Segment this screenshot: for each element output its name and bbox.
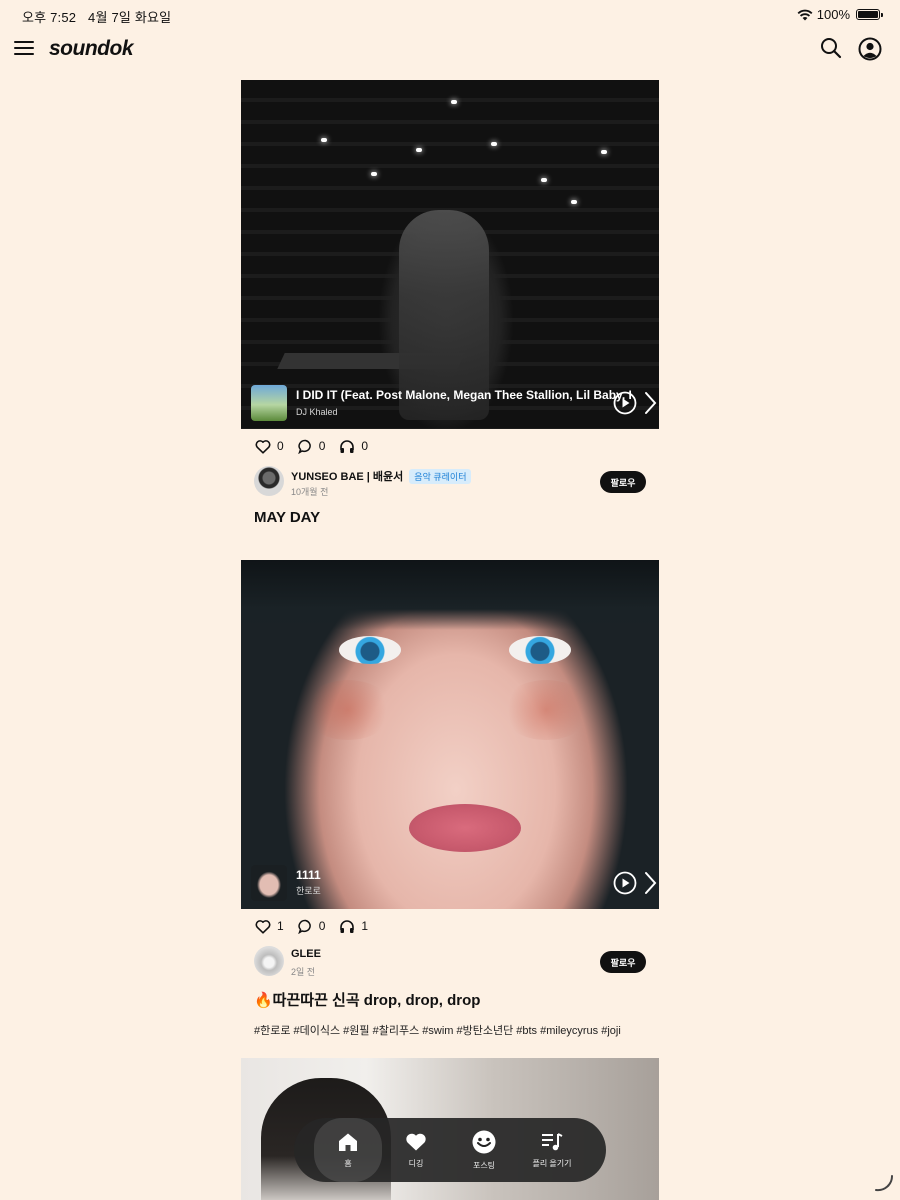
listen-stat[interactable]: 1: [339, 919, 368, 934]
post-title[interactable]: 🔥따끈따끈 신곡 drop, drop, drop: [241, 989, 659, 1010]
app-logo[interactable]: soundok: [49, 37, 134, 61]
nav-label: 홈: [344, 1158, 352, 1168]
track-title: I DID IT (Feat. Post Malone, Megan Thee …: [296, 388, 631, 402]
nav-digging[interactable]: 디깅: [382, 1118, 450, 1182]
status-time: 오후 7:52: [22, 10, 77, 25]
comment-icon: [297, 439, 311, 454]
playlist-icon: [542, 1132, 563, 1150]
battery-icon: [856, 9, 883, 20]
track-artist: 한로로: [296, 886, 321, 896]
post-author: GLEE 2일 전 팔로우: [241, 943, 659, 983]
like-count: 0: [277, 439, 284, 453]
profile-icon[interactable]: [858, 37, 882, 61]
post-image[interactable]: 1111 한로로: [241, 560, 659, 909]
search-icon[interactable]: [820, 37, 842, 59]
avatar[interactable]: [254, 466, 284, 496]
like-count: 1: [277, 919, 284, 933]
heart-icon: [406, 1133, 426, 1150]
post-time: 2일 전: [291, 967, 316, 977]
author-name-row[interactable]: YUNSEO BAE | 배윤서 음악 큐레이터: [291, 468, 472, 484]
album-cover: [251, 865, 287, 901]
post-time: 10개월 전: [291, 487, 329, 497]
nav-label: 포스팅: [472, 1160, 496, 1170]
post-stats: 1 0 1: [241, 909, 659, 943]
comment-stat[interactable]: 0: [297, 919, 326, 934]
like-stat[interactable]: 1: [255, 919, 284, 934]
play-icon[interactable]: [613, 391, 637, 415]
comment-stat[interactable]: 0: [297, 439, 326, 454]
feed-post: I DID IT (Feat. Post Malone, Megan Thee …: [241, 80, 659, 526]
status-date: 4월 7일 화요일: [88, 10, 172, 25]
follow-button[interactable]: 팔로우: [600, 471, 646, 493]
comment-count: 0: [318, 439, 326, 453]
nav-posting[interactable]: 포스팅: [450, 1118, 518, 1182]
headphones-icon: [340, 919, 355, 933]
wifi-icon: [797, 9, 813, 20]
menu-icon: [14, 41, 34, 43]
heart-icon: [255, 919, 271, 934]
top-bar: soundok: [0, 30, 900, 70]
post-image[interactable]: I DID IT (Feat. Post Malone, Megan Thee …: [241, 80, 659, 429]
menu-button[interactable]: [14, 38, 36, 58]
loading-spinner-icon: [875, 1175, 894, 1192]
feed-post: 1111 한로로 1 0 1 GLEE 2일 전 팔로우 🔥따끈따끈 신곡 dr…: [241, 560, 659, 1038]
track-overlay: 1111 한로로: [241, 857, 659, 909]
posting-icon: [472, 1130, 496, 1153]
author-name[interactable]: GLEE: [291, 948, 321, 960]
listen-stat[interactable]: 0: [339, 439, 368, 454]
like-stat[interactable]: 0: [255, 439, 284, 454]
chevron-right-icon[interactable]: [643, 871, 657, 895]
track-title: 1111: [296, 868, 321, 882]
battery-percent: 100%: [816, 7, 850, 22]
post-title[interactable]: MAY DAY: [241, 509, 659, 526]
chevron-right-icon[interactable]: [643, 391, 657, 415]
author-name[interactable]: YUNSEO BAE | 배윤서: [291, 468, 403, 484]
nav-home[interactable]: 홈: [314, 1118, 382, 1182]
comment-icon: [297, 919, 311, 934]
follow-button[interactable]: 팔로우: [600, 951, 646, 973]
track-overlay: I DID IT (Feat. Post Malone, Megan Thee …: [241, 377, 659, 429]
nav-playlist-upload[interactable]: 플리 올기기: [518, 1118, 586, 1182]
curator-badge: 음악 큐레이터: [409, 468, 472, 484]
nav-label: 플리 올기기: [532, 1158, 572, 1168]
listen-count: 0: [361, 439, 369, 453]
post-author: YUNSEO BAE | 배윤서 음악 큐레이터 10개월 전 팔로우: [241, 463, 659, 503]
avatar[interactable]: [254, 946, 284, 976]
listen-count: 1: [361, 919, 369, 933]
album-cover: [251, 385, 287, 421]
status-bar: 오후 7:52 4월 7일 화요일 100%: [0, 0, 900, 30]
post-stats: 0 0 0: [241, 429, 659, 463]
comment-count: 0: [318, 919, 326, 933]
bottom-nav: 홈 디깅 포스팅 플리 올기기: [294, 1118, 606, 1182]
heart-icon: [255, 439, 271, 454]
track-artist: DJ Khaled: [296, 407, 338, 417]
headphones-icon: [340, 439, 355, 453]
play-icon[interactable]: [613, 871, 637, 895]
post-hashtags[interactable]: #한로로 #데이식스 #원필 #찰리푸스 #swim #방탄소년단 #bts #…: [241, 1022, 659, 1038]
home-icon: [339, 1133, 357, 1151]
author-name-row[interactable]: GLEE: [291, 948, 321, 960]
nav-label: 디깅: [408, 1158, 424, 1168]
